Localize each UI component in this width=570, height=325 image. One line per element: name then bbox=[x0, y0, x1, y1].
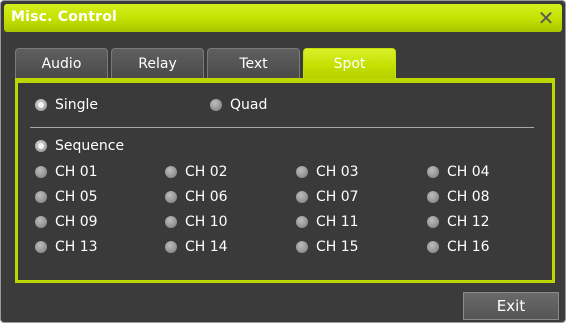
single-radio[interactable]: Single bbox=[35, 97, 98, 113]
radio-icon bbox=[296, 191, 308, 203]
channel-label: CH 16 bbox=[447, 239, 490, 255]
radio-icon bbox=[165, 216, 177, 228]
tab-relay[interactable]: Relay bbox=[111, 48, 204, 78]
channel-13-radio[interactable]: CH 13 bbox=[35, 239, 98, 255]
tab-spot[interactable]: Spot bbox=[303, 48, 396, 78]
channel-label: CH 01 bbox=[55, 164, 98, 180]
sequence-label: Sequence bbox=[55, 138, 125, 154]
radio-icon bbox=[427, 191, 439, 203]
channel-label: CH 08 bbox=[447, 189, 490, 205]
channel-label: CH 05 bbox=[55, 189, 98, 205]
channel-01-radio[interactable]: CH 01 bbox=[35, 164, 98, 180]
channel-09-radio[interactable]: CH 09 bbox=[35, 214, 98, 230]
radio-icon bbox=[210, 99, 222, 111]
channel-12-radio[interactable]: CH 12 bbox=[427, 214, 490, 230]
radio-icon bbox=[427, 166, 439, 178]
channel-label: CH 09 bbox=[55, 214, 98, 230]
radio-icon bbox=[35, 241, 47, 253]
radio-icon bbox=[427, 241, 439, 253]
radio-icon bbox=[165, 166, 177, 178]
channel-label: CH 12 bbox=[447, 214, 490, 230]
channel-label: CH 10 bbox=[185, 214, 228, 230]
radio-icon bbox=[296, 241, 308, 253]
channel-label: CH 11 bbox=[316, 214, 359, 230]
channel-16-radio[interactable]: CH 16 bbox=[427, 239, 490, 255]
tab-text[interactable]: Text bbox=[207, 48, 300, 78]
radio-selected-icon bbox=[35, 140, 47, 152]
channel-label: CH 14 bbox=[185, 239, 228, 255]
quad-radio[interactable]: Quad bbox=[210, 97, 267, 113]
channel-15-radio[interactable]: CH 15 bbox=[296, 239, 359, 255]
close-icon[interactable]: ✕ bbox=[534, 6, 558, 30]
radio-icon bbox=[35, 166, 47, 178]
channel-label: CH 07 bbox=[316, 189, 359, 205]
exit-button[interactable]: Exit bbox=[463, 292, 559, 320]
radio-selected-icon bbox=[35, 99, 47, 111]
channel-14-radio[interactable]: CH 14 bbox=[165, 239, 228, 255]
channel-04-radio[interactable]: CH 04 bbox=[427, 164, 490, 180]
channel-07-radio[interactable]: CH 07 bbox=[296, 189, 359, 205]
quad-label: Quad bbox=[230, 97, 268, 113]
misc-control-window: Misc. Control ✕ Audio Relay Text Spot Si… bbox=[0, 0, 566, 323]
channel-10-radio[interactable]: CH 10 bbox=[165, 214, 228, 230]
radio-icon bbox=[35, 216, 47, 228]
spot-panel: Single Quad Sequence CH 01 CH 02 CH 03 C… bbox=[15, 78, 555, 283]
channel-label: CH 13 bbox=[55, 239, 98, 255]
channel-03-radio[interactable]: CH 03 bbox=[296, 164, 359, 180]
radio-icon bbox=[35, 191, 47, 203]
window-title: Misc. Control bbox=[11, 9, 118, 25]
single-label: Single bbox=[55, 97, 99, 113]
divider bbox=[30, 127, 534, 128]
channel-05-radio[interactable]: CH 05 bbox=[35, 189, 98, 205]
channel-08-radio[interactable]: CH 08 bbox=[427, 189, 490, 205]
sequence-radio[interactable]: Sequence bbox=[35, 138, 124, 154]
tab-audio[interactable]: Audio bbox=[15, 48, 108, 78]
radio-icon bbox=[165, 241, 177, 253]
radio-icon bbox=[427, 216, 439, 228]
radio-icon bbox=[296, 216, 308, 228]
title-bar: Misc. Control ✕ bbox=[4, 4, 562, 32]
tab-bar: Audio Relay Text Spot bbox=[15, 48, 396, 78]
channel-label: CH 06 bbox=[185, 189, 228, 205]
channel-label: CH 03 bbox=[316, 164, 359, 180]
channel-label: CH 02 bbox=[185, 164, 228, 180]
channel-02-radio[interactable]: CH 02 bbox=[165, 164, 228, 180]
channel-06-radio[interactable]: CH 06 bbox=[165, 189, 228, 205]
channel-11-radio[interactable]: CH 11 bbox=[296, 214, 359, 230]
channel-label: CH 15 bbox=[316, 239, 359, 255]
radio-icon bbox=[296, 166, 308, 178]
channel-label: CH 04 bbox=[447, 164, 490, 180]
radio-icon bbox=[165, 191, 177, 203]
